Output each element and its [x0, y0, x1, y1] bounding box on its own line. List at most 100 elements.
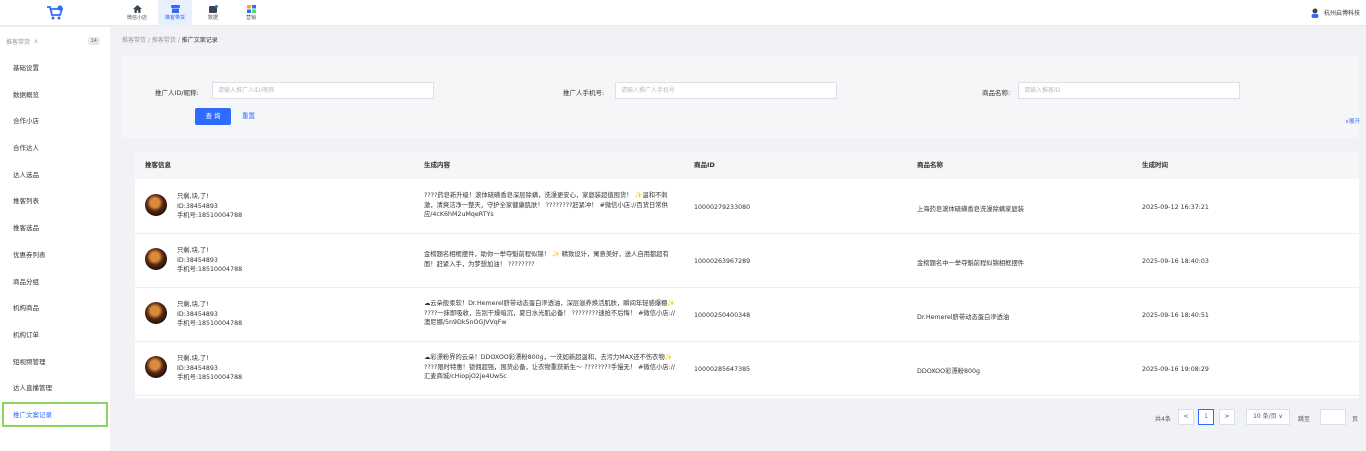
- product-id: 10000285647385: [694, 366, 751, 373]
- avatar: [145, 248, 167, 270]
- top-bar: 微信小店 推客带货 数据 营销 杭州启博科技: [0, 0, 1366, 26]
- product-id: 10000263967289: [694, 258, 751, 265]
- promoter-name: 只剩,块,了!: [177, 355, 209, 362]
- sidebar-item-org-orders[interactable]: 机构订单: [0, 322, 110, 349]
- avatar: [145, 194, 167, 216]
- generated-content: ????药皂新升级！滚体硫磺香皂深层除螨，洗澡更安心，家庭装超值囤货！ ✨温和不…: [424, 192, 668, 218]
- nav-label: 营销: [245, 14, 256, 21]
- table-row: 只剩,块,了! ID:38454893 手机号:18510004788 ????…: [135, 181, 1359, 234]
- table-row: 只剩,块,了! ID:38454893 手机号:18510004788 ☁云朵般…: [135, 289, 1359, 342]
- col-product-id: 商品ID: [694, 161, 715, 169]
- logo[interactable]: [0, 0, 110, 26]
- nav-item-data[interactable]: 数据: [196, 0, 230, 26]
- promoter-id: ID:38454893: [177, 256, 218, 264]
- created-time: 2025-09-16 19:08:29: [1142, 366, 1209, 373]
- table-row: 只剩,块,了! ID:38454893 手机号:18510004788 金榜题名…: [135, 235, 1359, 288]
- table-header: 推客信息 生成内容 商品ID 商品名称 生成时间: [135, 152, 1359, 179]
- col-created-time: 生成时间: [1142, 161, 1168, 169]
- promoter-info: 只剩,块,了! ID:38454893 手机号:18510004788: [177, 246, 242, 275]
- promoter-name: 只剩,块,了!: [177, 301, 209, 308]
- home-icon: [132, 4, 142, 13]
- sidebar-item-influencer-selection[interactable]: 达人选品: [0, 162, 110, 189]
- promoter-name: 只剩,块,了!: [177, 247, 209, 254]
- goto-page-input[interactable]: [1320, 409, 1346, 425]
- sidebar-item-promoter-list[interactable]: 推客列表: [0, 188, 110, 215]
- promoter-info: 只剩,块,了! ID:38454893 手机号:18510004788: [177, 354, 242, 383]
- breadcrumb-item[interactable]: 推客带货: [122, 37, 146, 44]
- breadcrumb-item[interactable]: 推客带货: [152, 37, 176, 44]
- promoter-phone: 手机号:18510004788: [177, 212, 243, 219]
- page-size-select[interactable]: 10 条/页 ∨: [1246, 409, 1290, 425]
- sidebar-item-promo-copy-records[interactable]: 推广文案记录: [2, 401, 108, 427]
- promoter-id: ID:38454893: [177, 310, 218, 318]
- store-icon: [170, 4, 180, 13]
- nav-item-promoter-sales[interactable]: 推客带货: [158, 0, 192, 26]
- query-button[interactable]: 查 询: [195, 108, 231, 125]
- promoter-input[interactable]: 请输入推广人ID/昵称: [212, 82, 434, 99]
- generated-content: ☁彩漂粉界的云朵！DDOXOO彩漂粉800g，一洗如新超温和，去污力MAX还不伤…: [424, 354, 675, 380]
- promoter-name: 只剩,块,了!: [177, 193, 209, 200]
- col-product-name: 商品名称: [917, 161, 943, 169]
- sidebar-item-promoter-selection[interactable]: 推客选品: [0, 215, 110, 242]
- user-avatar-icon: [1311, 8, 1319, 18]
- sidebar-item-org-products[interactable]: 机构商品: [0, 295, 110, 322]
- user-name: 杭州启博科技: [1323, 10, 1360, 17]
- phone-label: 推广人手机号:: [563, 89, 605, 97]
- product-name: Dr.Hemerel脐带动态蛋白滲透油: [917, 314, 1010, 321]
- promoter-phone: 手机号:18510004788: [177, 320, 243, 327]
- reset-button[interactable]: 重置: [242, 108, 255, 125]
- col-promoter-info: 推客信息: [145, 161, 171, 169]
- sidebar: 推客带货 ∧ 14 基础设置 数据概览 合作小店 合作达人 达人选品 推客列表 …: [0, 27, 110, 451]
- cart-logo-icon: [47, 5, 64, 19]
- phone-input[interactable]: 请输入推广人手机号: [615, 82, 837, 99]
- product-id: 10000279233080: [694, 204, 751, 211]
- promoter-phone: 手机号:18510004788: [177, 374, 243, 381]
- product-name: DDOXOO彩漂粉800g: [917, 368, 980, 375]
- sidebar-item-basic-settings[interactable]: 基础设置: [0, 55, 110, 82]
- nav-label: 微信小店: [126, 14, 147, 21]
- nav-label: 数据: [207, 14, 218, 21]
- nav-item-wechat-store[interactable]: 微信小店: [120, 0, 154, 26]
- user-menu[interactable]: 杭州启博科技: [1310, 8, 1366, 18]
- promoter-id: ID:38454893: [177, 202, 218, 210]
- next-page-button[interactable]: >: [1219, 409, 1235, 425]
- sidebar-group-header[interactable]: 推客带货 ∧ 14: [0, 27, 110, 55]
- prev-page-button[interactable]: <: [1178, 409, 1194, 425]
- avatar: [145, 302, 167, 324]
- nav-item-marketing[interactable]: 营销: [234, 0, 268, 26]
- data-icon: [208, 4, 218, 13]
- sidebar-item-product-groups[interactable]: 商品分组: [0, 269, 110, 296]
- promoter-info: 只剩,块,了! ID:38454893 手机号:18510004788: [177, 192, 242, 221]
- col-content: 生成内容: [424, 161, 450, 169]
- table-row: 只剩,块,了! ID:38454893 手机号:18510004788 ☁彩漂粉…: [135, 343, 1359, 396]
- nav-label: 推客带货: [164, 14, 185, 21]
- promoter-label: 推广人ID/昵称:: [155, 89, 199, 97]
- breadcrumb-separator: /: [177, 37, 180, 44]
- breadcrumb-separator: /: [147, 37, 150, 44]
- sidebar-group-count: 14: [87, 37, 100, 45]
- chevron-up-icon: ∧: [34, 37, 39, 45]
- generated-content: ☁云朵般柔软！Dr.Hemerel脐带动态蛋白滲透油，深层滋养焕活肌肤，瞬间年轻…: [424, 300, 676, 326]
- promoter-id: ID:38454893: [177, 364, 218, 372]
- sidebar-item-partner-stores[interactable]: 合作小店: [0, 108, 110, 135]
- promoter-phone: 手机号:18510004788: [177, 266, 243, 273]
- page-1-button[interactable]: 1: [1198, 409, 1214, 425]
- product-name-input[interactable]: 请输入推客ID: [1018, 82, 1240, 99]
- sidebar-item-coupon-list[interactable]: 优惠券列表: [0, 242, 110, 269]
- breadcrumb: 推客带货 / 推客带货 / 推广文案记录: [110, 27, 1366, 55]
- sidebar-item-live-management[interactable]: 达人直播管理: [0, 375, 110, 402]
- created-time: 2025-09-16 18:40:03: [1142, 258, 1209, 265]
- sidebar-group-label: 推客带货: [6, 38, 31, 46]
- sidebar-item-short-video[interactable]: 短视频管理: [0, 349, 110, 376]
- created-time: 2025-09-12 16:37:21: [1142, 204, 1209, 211]
- expand-toggle[interactable]: ∨展开: [1345, 117, 1360, 125]
- records-table: 推客信息 生成内容 商品ID 商品名称 生成时间 只剩,块,了! ID:3845…: [135, 152, 1359, 398]
- product-id: 10000250400348: [694, 312, 751, 319]
- sidebar-item-partner-influencers[interactable]: 合作达人: [0, 135, 110, 162]
- goto-label: 跳至: [1298, 416, 1311, 423]
- avatar: [145, 356, 167, 378]
- apps-icon: [246, 4, 256, 13]
- product-name: 上海药皂滚体硫磺香皂洗澡除螨家庭装: [917, 206, 1025, 213]
- sidebar-item-data-overview[interactable]: 数据概览: [0, 82, 110, 109]
- top-nav: 微信小店 推客带货 数据 营销: [120, 0, 272, 26]
